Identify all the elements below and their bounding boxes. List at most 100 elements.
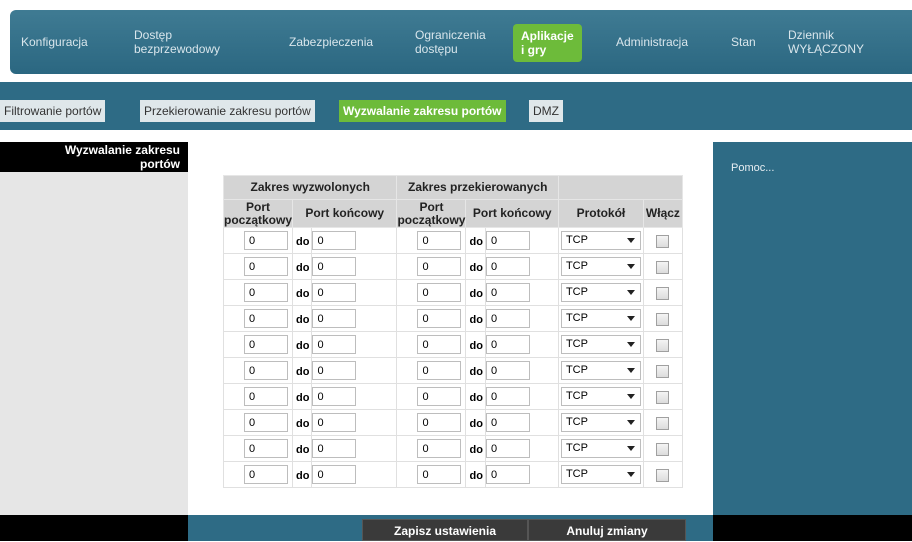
range-separator: do xyxy=(296,443,310,456)
chevron-down-icon xyxy=(626,394,635,399)
nav-dostep-bezprzewodowy[interactable]: Dostęp bezprzewodowy xyxy=(134,10,220,74)
range-separator: do xyxy=(469,313,483,326)
enable-checkbox[interactable] xyxy=(656,364,670,378)
enable-checkbox[interactable] xyxy=(656,286,670,300)
cell xyxy=(484,383,559,410)
forward-start-input[interactable] xyxy=(417,439,462,458)
nav-label: Zabezpieczenia xyxy=(289,35,374,49)
cell xyxy=(311,409,398,436)
trigger-end-input[interactable] xyxy=(312,387,357,406)
nav-stan[interactable]: Stan xyxy=(731,10,756,74)
protocol-select[interactable]: TCP xyxy=(560,413,641,432)
tab-przekierowanie-zakresu[interactable]: Przekierowanie zakresu portów xyxy=(140,100,315,122)
forward-end-input[interactable] xyxy=(485,309,530,328)
protocol-select[interactable]: TCP xyxy=(560,335,641,354)
enable-checkbox[interactable] xyxy=(656,260,670,274)
trigger-start-input[interactable] xyxy=(244,335,289,354)
trigger-end-input[interactable] xyxy=(312,335,357,354)
forward-start-input[interactable] xyxy=(417,335,462,354)
trigger-start-input[interactable] xyxy=(244,283,289,302)
cell: TCP xyxy=(557,253,644,280)
trigger-start-input[interactable] xyxy=(244,309,289,328)
trigger-end-input[interactable] xyxy=(312,309,357,328)
cell: do xyxy=(292,409,313,436)
tab-wyzwalanie-zakresu[interactable]: Wyzwalanie zakresu portów xyxy=(339,100,506,122)
nav-administracja[interactable]: Administracja xyxy=(616,10,688,74)
nav-dziennik[interactable]: Dziennik WYŁĄCZONY xyxy=(788,10,864,74)
cell: do xyxy=(465,305,486,332)
forward-start-input[interactable] xyxy=(417,361,462,380)
protocol-select[interactable]: TCP xyxy=(560,387,641,406)
forward-end-input[interactable] xyxy=(485,361,530,380)
protocol-value: TCP xyxy=(565,260,588,272)
enable-checkbox[interactable] xyxy=(656,338,670,352)
trigger-end-input[interactable] xyxy=(312,257,357,276)
trigger-start-input[interactable] xyxy=(244,387,289,406)
trigger-start-input[interactable] xyxy=(244,361,289,380)
forward-end-input[interactable] xyxy=(485,387,530,406)
forward-start-input[interactable] xyxy=(417,283,462,302)
forward-end-input[interactable] xyxy=(485,413,530,432)
cell xyxy=(396,435,467,462)
forward-end-input[interactable] xyxy=(485,465,530,484)
cell: do xyxy=(292,357,313,384)
help-link[interactable]: Pomoc... xyxy=(731,162,774,174)
trigger-start-input[interactable] xyxy=(244,257,289,276)
trigger-end-input[interactable] xyxy=(312,413,357,432)
nav-ograniczenia-dostepu[interactable]: Ograniczenia dostępu xyxy=(415,10,486,74)
protocol-select[interactable]: TCP xyxy=(560,231,641,250)
cancel-button[interactable]: Anuluj zmiany xyxy=(528,519,686,541)
protocol-select[interactable]: TCP xyxy=(560,257,641,276)
trigger-end-input[interactable] xyxy=(312,231,357,250)
cell: TCP xyxy=(557,461,644,488)
forward-start-input[interactable] xyxy=(417,465,462,484)
table-row: do do TCP xyxy=(222,253,683,280)
forward-start-input[interactable] xyxy=(417,309,462,328)
tab-filtrowanie-portow[interactable]: Filtrowanie portów xyxy=(0,100,106,122)
cell: do xyxy=(292,227,313,254)
forward-start-input[interactable] xyxy=(417,257,462,276)
enable-checkbox[interactable] xyxy=(656,416,670,430)
forward-end-input[interactable] xyxy=(485,283,530,302)
chevron-down-icon xyxy=(626,342,635,347)
protocol-select[interactable]: TCP xyxy=(560,309,641,328)
top-nav-bar: Konfiguracja Dostęp bezprzewodowy Zabezpi… xyxy=(10,10,912,74)
cell xyxy=(222,253,294,280)
enable-checkbox[interactable] xyxy=(656,390,670,404)
trigger-start-input[interactable] xyxy=(244,465,289,484)
enable-checkbox[interactable] xyxy=(656,312,670,326)
enable-checkbox[interactable] xyxy=(656,234,670,248)
forward-end-input[interactable] xyxy=(485,335,530,354)
protocol-select[interactable]: TCP xyxy=(560,361,641,380)
trigger-end-input[interactable] xyxy=(312,361,357,380)
cell: do xyxy=(465,357,486,384)
group-header-forwarded: Zakres przekierowanych xyxy=(396,175,559,200)
trigger-start-input[interactable] xyxy=(244,413,289,432)
forward-start-input[interactable] xyxy=(417,231,462,250)
trigger-end-input[interactable] xyxy=(312,439,357,458)
forward-end-input[interactable] xyxy=(485,439,530,458)
forward-start-input[interactable] xyxy=(417,413,462,432)
nav-zabezpieczenia[interactable]: Zabezpieczenia xyxy=(289,10,373,74)
forward-start-input[interactable] xyxy=(417,387,462,406)
protocol-select[interactable]: TCP xyxy=(560,283,641,302)
nav-aplikacje-i-gry[interactable]: Aplikacje i gry xyxy=(513,24,582,62)
cell: do xyxy=(465,227,486,254)
tab-dmz[interactable]: DMZ xyxy=(529,100,563,122)
trigger-start-input[interactable] xyxy=(244,439,289,458)
save-button[interactable]: Zapisz ustawienia xyxy=(362,519,528,541)
nav-label: Stan xyxy=(731,35,756,49)
cell: do xyxy=(465,331,486,358)
protocol-select[interactable]: TCP xyxy=(560,439,641,458)
trigger-end-input[interactable] xyxy=(312,283,357,302)
enable-checkbox[interactable] xyxy=(656,442,670,456)
forward-end-input[interactable] xyxy=(485,257,530,276)
enable-checkbox[interactable] xyxy=(656,468,670,482)
range-separator: do xyxy=(469,365,483,378)
trigger-start-input[interactable] xyxy=(244,231,289,250)
protocol-select[interactable]: TCP xyxy=(560,465,641,484)
forward-end-input[interactable] xyxy=(485,231,530,250)
cell xyxy=(484,227,559,254)
nav-konfiguracja[interactable]: Konfiguracja xyxy=(21,10,88,74)
trigger-end-input[interactable] xyxy=(312,465,357,484)
